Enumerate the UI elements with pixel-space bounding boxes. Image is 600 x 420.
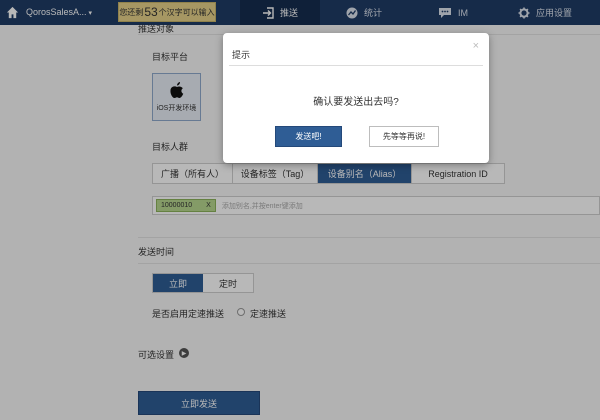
confirm-send-button[interactable]: 发送吧! bbox=[275, 126, 342, 147]
confirm-dialog: 提示 × 确认要发送出去吗? 发送吧! 先等等再说! bbox=[223, 33, 489, 163]
dialog-divider bbox=[229, 65, 483, 66]
cancel-button[interactable]: 先等等再说! bbox=[369, 126, 439, 147]
dialog-message: 确认要发送出去吗? bbox=[313, 97, 399, 108]
dialog-title: 提示 bbox=[232, 50, 251, 60]
close-icon[interactable]: × bbox=[473, 40, 479, 52]
